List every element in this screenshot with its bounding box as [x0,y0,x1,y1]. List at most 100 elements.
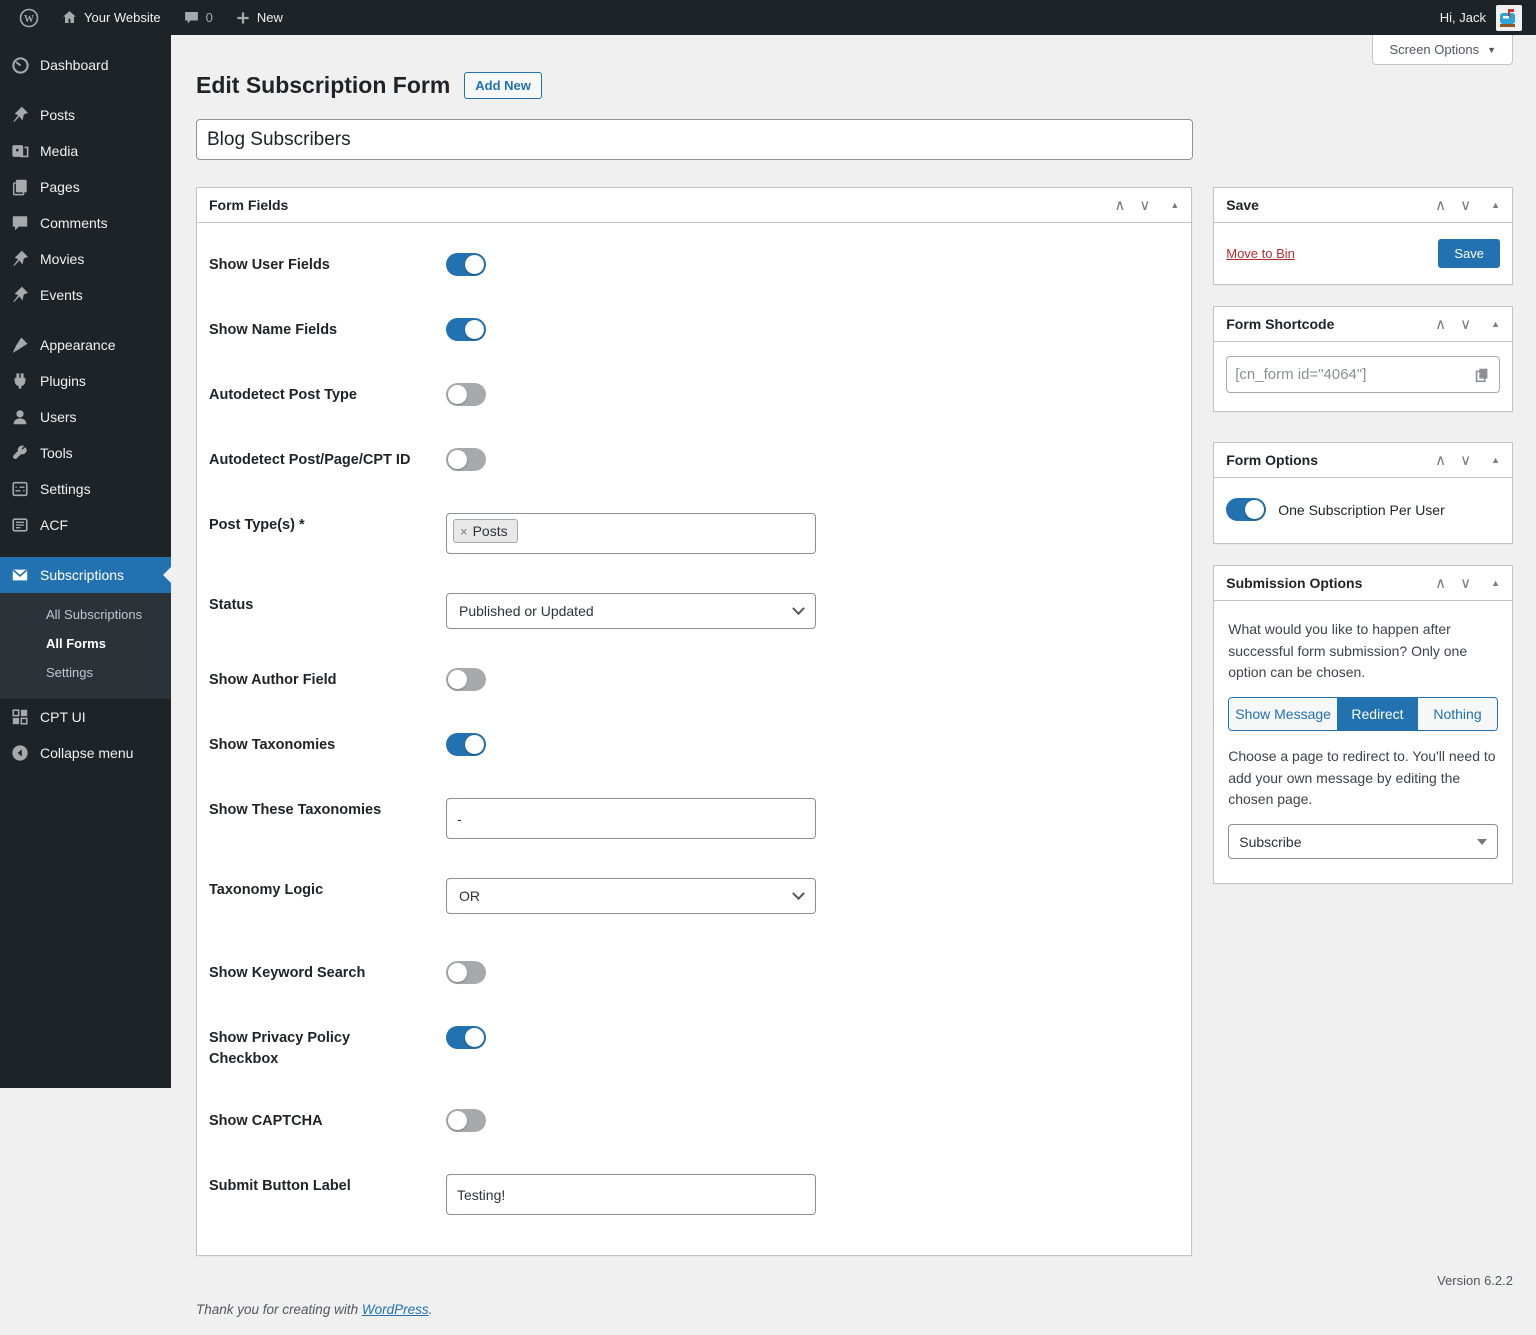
show-taxonomies-toggle[interactable] [446,733,486,756]
field-label: Taxonomy Logic [209,882,324,898]
submit-button-label-input[interactable] [446,1174,816,1216]
autodetect-post-type-toggle[interactable] [446,383,486,406]
screen-options-label: Screen Options [1389,42,1480,57]
autodetect-post-id-toggle[interactable] [446,448,486,471]
panel-title: Form Fields [209,197,289,213]
sidebar-item-collapse-menu[interactable]: Collapse menu [0,735,171,771]
field-row: Submit Button Label [209,1174,1179,1216]
form-options-panel-header[interactable]: Form Options ∧ ∨ ▲ [1214,443,1512,478]
sidebar-item-posts[interactable]: Posts [0,97,171,133]
avatar[interactable] [1496,4,1522,31]
remove-tag-icon[interactable]: × [460,524,468,539]
move-down-icon[interactable]: ∨ [1460,453,1471,468]
show-message-option[interactable]: Show Message [1229,698,1337,731]
sidebar-item-label: Subscriptions [40,567,125,583]
move-up-icon[interactable]: ∧ [1435,576,1446,591]
sidebar-item-tools[interactable]: Tools [0,435,171,471]
one-subscription-per-user-toggle[interactable] [1226,498,1267,521]
collapse-panel-icon[interactable]: ▲ [1491,319,1500,329]
toggle-knob [465,735,484,754]
sidebar-item-events[interactable]: Events [0,277,171,313]
pin-icon [10,285,30,305]
collapse-panel-icon[interactable]: ▲ [1170,200,1179,210]
move-down-icon[interactable]: ∨ [1139,198,1150,213]
chip-label: Posts [472,523,508,539]
submission-options-panel-header[interactable]: Submission Options ∧ ∨ ▲ [1214,566,1512,601]
sidebar-item-comments[interactable]: Comments [0,205,171,241]
submenu-item-all-forms[interactable]: All Forms [0,629,171,658]
acf-icon [10,515,30,535]
sidebar-item-subscriptions[interactable]: Subscriptions [0,557,171,593]
new-content-link[interactable]: New [226,0,292,35]
taxonomy-logic-select[interactable]: OR [446,878,816,914]
show-name-fields-toggle[interactable] [446,318,486,341]
sidebar-item-cpt-ui[interactable]: CPT UI [0,699,171,735]
submenu-item-settings[interactable]: Settings [0,658,171,687]
move-down-icon[interactable]: ∨ [1460,317,1471,332]
sidebar-item-appearance[interactable]: Appearance [0,327,171,363]
status-select[interactable]: Published or Updated [446,593,816,629]
field-row: Show Privacy Policy Checkbox [209,1026,1179,1070]
form-fields-panel: Form Fields ∧ ∨ ▲ Show User Fields Show … [196,187,1193,1257]
show-privacy-policy-toggle[interactable] [446,1026,486,1049]
sidebar-item-users[interactable]: Users [0,399,171,435]
screen-options-button[interactable]: Screen Options ▼ [1372,35,1513,65]
move-up-icon[interactable]: ∧ [1435,453,1446,468]
sidebar-item-label: Media [40,143,79,159]
save-button[interactable]: Save [1438,239,1500,268]
add-new-button[interactable]: Add New [464,72,542,99]
move-up-icon[interactable]: ∧ [1435,198,1446,213]
show-these-taxonomies-input[interactable] [446,798,816,839]
form-shortcode-panel-header[interactable]: Form Shortcode ∧ ∨ ▲ [1214,307,1512,342]
form-fields-panel-header[interactable]: Form Fields ∧ ∨ ▲ [197,188,1192,223]
sidebar-item-media[interactable]: Media [0,133,171,169]
move-down-icon[interactable]: ∨ [1460,576,1471,591]
collapse-panel-icon[interactable]: ▲ [1491,578,1500,588]
sidebar-item-dashboard[interactable]: Dashboard [0,47,171,83]
post-types-input[interactable]: × Posts [446,513,816,554]
taxonomy-logic-select-value: OR [459,888,480,904]
collapse-panel-icon[interactable]: ▲ [1491,200,1500,210]
show-keyword-search-toggle[interactable] [446,961,486,984]
sidebar-item-pages[interactable]: Pages [0,169,171,205]
form-options-panel: Form Options ∧ ∨ ▲ One Subscription Per … [1213,442,1513,544]
redirect-option[interactable]: Redirect [1336,698,1417,731]
show-author-field-toggle[interactable] [446,668,486,691]
form-title-input[interactable] [196,119,1193,160]
move-to-bin-link[interactable]: Move to Bin [1226,246,1295,261]
move-up-icon[interactable]: ∧ [1114,198,1125,213]
move-up-icon[interactable]: ∧ [1435,317,1446,332]
panel-title: Form Shortcode [1226,316,1335,332]
field-row: Show Name Fields [209,318,1179,344]
sidebar-item-label: Users [40,409,77,425]
sidebar-item-acf[interactable]: ACF [0,507,171,543]
field-label: Autodetect Post Type [209,387,357,403]
account-greeting[interactable]: Hi, Jack [1440,10,1486,25]
redirect-page-select[interactable]: Subscribe [1228,824,1498,860]
collapse-panel-icon[interactable]: ▲ [1491,455,1500,465]
field-label: Submit Button Label [209,1178,351,1195]
toggle-knob [465,1028,484,1047]
save-panel-header[interactable]: Save ∧ ∨ ▲ [1214,188,1512,223]
shortcode-input[interactable] [1235,366,1473,383]
sidebar-item-settings[interactable]: Settings [0,471,171,507]
version-label: Version 6.2.2 [1437,1273,1513,1288]
copy-icon[interactable] [1473,366,1491,384]
chevron-down-icon: ▼ [1487,44,1496,55]
sidebar-item-label: Settings [40,481,91,497]
sidebar-item-plugins[interactable]: Plugins [0,363,171,399]
field-row: Status Published or Updated [209,593,1179,629]
field-label: Show Taxonomies [209,737,336,753]
wordpress-link[interactable]: WordPress [362,1302,429,1317]
show-user-fields-toggle[interactable] [446,253,486,276]
wordpress-logo[interactable]: W [10,0,48,35]
comments-link[interactable]: 0 [174,0,222,35]
site-name-link[interactable]: Your Website [52,0,170,35]
field-row: Show Keyword Search [209,961,1179,987]
collapse-arrow-icon [10,743,30,763]
move-down-icon[interactable]: ∨ [1460,198,1471,213]
show-captcha-toggle[interactable] [446,1109,486,1133]
sidebar-item-movies[interactable]: Movies [0,241,171,277]
submenu-item-all-subscriptions[interactable]: All Subscriptions [0,600,171,629]
nothing-option[interactable]: Nothing [1416,698,1498,731]
